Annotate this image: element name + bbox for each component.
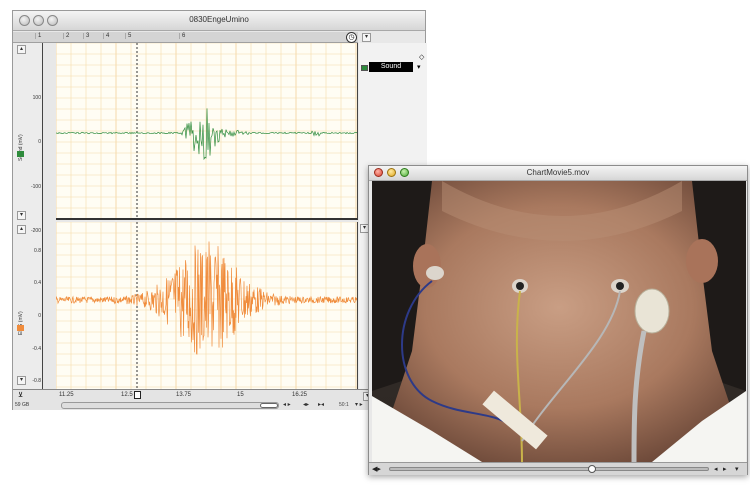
disk-space-label: 59 GB	[15, 402, 30, 408]
plot-grid	[56, 43, 357, 218]
movie-window-titlebar[interactable]: ChartMovie5.mov	[369, 166, 747, 181]
tick-label: -0.8	[32, 378, 41, 384]
ruler-block[interactable]: 5	[125, 33, 131, 39]
chevron-down-icon[interactable]: ▾	[362, 33, 371, 42]
scrollbar-thumb[interactable]	[260, 403, 278, 408]
movie-window: ChartMovie5.mov ◀▸ ◂ ▸ ▾	[368, 165, 748, 475]
horizontal-zoom-level[interactable]: 50:1	[339, 402, 349, 408]
movie-controls: ◀▸ ◂ ▸ ▾	[369, 462, 747, 475]
window-title: 0830EngeUmino	[189, 15, 249, 24]
volume-icon[interactable]: ◀▸	[372, 465, 381, 473]
time-axis-bar: ⊻ 59 GB 11.25 12.5 13.75 15 16.25 ◂ ▸ ◂▸…	[13, 389, 427, 410]
ruler-block[interactable]: 4	[103, 33, 109, 39]
scroll-arrows-icon[interactable]: ◂ ▸	[283, 401, 291, 408]
chart-window-titlebar[interactable]: 0830EngeUmino	[13, 11, 425, 31]
tick-label: 0	[38, 139, 41, 145]
sound-trace-plot[interactable]	[56, 43, 358, 220]
zoom-arrows-icon[interactable]: ▾ ▸	[355, 401, 363, 408]
tick-label: 100	[32, 95, 41, 101]
ruler-block[interactable]: 6	[179, 33, 185, 39]
tick-label: 0	[38, 313, 41, 319]
horizontal-scrollbar[interactable]	[61, 402, 279, 409]
emg-trace-svg[interactable]	[56, 222, 358, 389]
video-frame[interactable]	[372, 181, 746, 462]
window-title: ChartMovie5.mov	[526, 168, 590, 177]
x-tick-label: 13.75	[176, 392, 192, 398]
x-tick-label: 12.5	[121, 392, 133, 398]
emg-trace	[56, 241, 357, 355]
step-forward-icon[interactable]: ▸	[723, 465, 727, 473]
chevron-down-icon[interactable]: ▾	[17, 211, 26, 220]
chevron-down-icon[interactable]: ▾	[417, 63, 421, 71]
sound-trace	[56, 108, 357, 161]
ruler-block[interactable]: 3	[83, 33, 89, 39]
chevron-down-icon[interactable]: ▾	[17, 376, 26, 385]
options-menu-icon[interactable]: ▾	[735, 465, 739, 473]
sound-channel-color-swatch	[17, 151, 24, 157]
x-tick-label: 15	[237, 392, 244, 398]
emg-trace-plot[interactable]	[56, 222, 358, 389]
clock-icon[interactable]: ◷	[346, 32, 357, 43]
expand-icon[interactable]: ▸◂	[318, 401, 324, 408]
tick-label: 0.8	[34, 248, 41, 254]
left-axis-gutter: ▴ Sound (mV) ▾ ▴ EMG (mV) ▾ 100 0 -100 -…	[13, 43, 43, 389]
tick-label: 0.4	[34, 280, 41, 286]
diamond-icon[interactable]: ◇	[419, 53, 424, 61]
sound-channel-color-swatch[interactable]	[361, 65, 368, 71]
block-ruler[interactable]: 1 2 3 4 5 6	[13, 32, 358, 43]
chart-window: 0830EngeUmino 1 2 3 4 5 6 ◷ ▾ ▴ Sound (m…	[12, 10, 427, 410]
x-tick-label: 16.25	[292, 392, 308, 398]
tick-label: -200	[30, 228, 41, 234]
playback-scrubber[interactable]	[389, 465, 709, 473]
ruler-block[interactable]: 2	[63, 33, 69, 39]
video-frame-image	[372, 181, 746, 462]
marker-icon[interactable]: ⊻	[18, 391, 23, 399]
x-tick-label: 11.25	[59, 392, 74, 398]
ruler-block[interactable]: 1	[35, 33, 41, 39]
channel-function-popup[interactable]: Sound	[369, 62, 413, 72]
sound-trace-svg[interactable]	[56, 43, 358, 220]
tick-label: -100	[30, 184, 41, 190]
scrubber-knob[interactable]	[588, 465, 597, 473]
chevron-up-icon[interactable]: ▴	[17, 225, 26, 234]
compress-icon[interactable]: ◂▸	[303, 401, 309, 408]
step-back-icon[interactable]: ◂	[714, 465, 718, 473]
chevron-up-icon[interactable]: ▴	[17, 45, 26, 54]
tick-label: -0.4	[32, 346, 41, 352]
film-marker-icon[interactable]	[134, 391, 141, 399]
emg-axis-label: EMG (mV)	[18, 311, 24, 335]
emg-channel-color-swatch	[17, 325, 24, 331]
